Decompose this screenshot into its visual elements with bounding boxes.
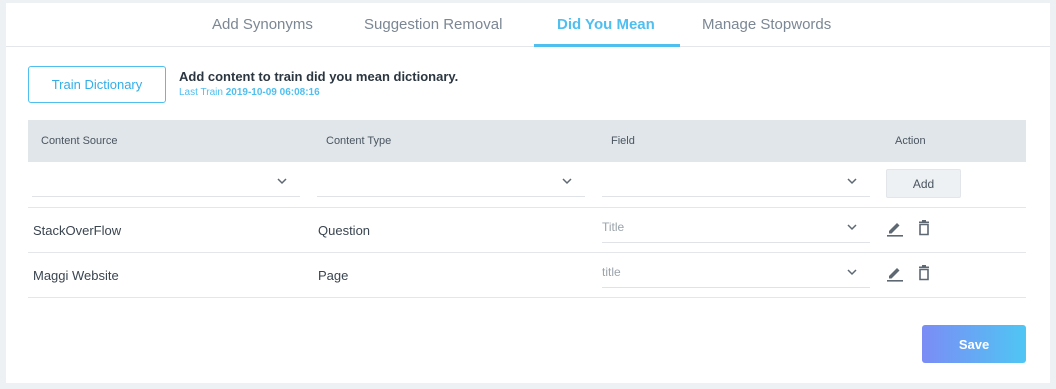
chevron-down-icon [562,178,572,185]
content-type-select[interactable] [317,167,585,197]
train-description: Add content to train did you mean dictio… [179,69,459,84]
table-header: Content Source Content Type Field Action [28,120,1026,162]
pencil-icon[interactable] [886,219,904,237]
did-you-mean-panel: Add Synonyms Suggestion Removal Did You … [6,3,1050,383]
trash-icon[interactable] [915,219,933,237]
new-entry-row: Add [28,162,1026,208]
chevron-down-icon [847,269,857,276]
tab-did-you-mean[interactable]: Did You Mean [557,16,655,33]
last-train-info: Last Train 2019-10-09 06:08:16 [179,87,320,98]
tab-bar: Add Synonyms Suggestion Removal Did You … [6,3,1050,47]
trash-icon[interactable] [915,264,933,282]
save-button[interactable]: Save [922,325,1026,363]
chevron-down-icon [847,224,857,231]
content-type-cell: Question [318,223,371,238]
chevron-down-icon [847,178,857,185]
last-train-date: 2019-10-09 06:08:16 [225,87,320,98]
field-select-value: title [602,265,621,279]
active-tab-indicator [534,44,680,47]
tab-add-synonyms[interactable]: Add Synonyms [212,16,313,33]
content-source-select[interactable] [32,167,300,197]
train-dictionary-button[interactable]: Train Dictionary [28,66,166,103]
table-row: StackOverFlow Question Title [28,208,1026,253]
field-select-value: Title [602,220,625,234]
chevron-down-icon [277,178,287,185]
pencil-icon[interactable] [886,264,904,282]
column-header-content-type: Content Type [326,135,392,147]
add-button[interactable]: Add [886,169,961,198]
content-type-cell: Page [318,268,349,283]
last-train-label: Last Train [179,87,223,98]
content-source-cell: StackOverFlow [33,223,122,238]
tab-suggestion-removal[interactable]: Suggestion Removal [364,16,502,33]
column-header-content-source: Content Source [41,135,118,147]
column-header-action: Action [895,135,926,147]
tab-manage-stopwords[interactable]: Manage Stopwords [702,16,831,33]
table-row: Maggi Website Page title [28,253,1026,298]
content-source-cell: Maggi Website [33,268,119,283]
field-select[interactable] [602,167,870,197]
column-header-field: Field [611,135,635,147]
field-select[interactable]: Title [602,213,870,243]
field-select[interactable]: title [602,258,870,288]
